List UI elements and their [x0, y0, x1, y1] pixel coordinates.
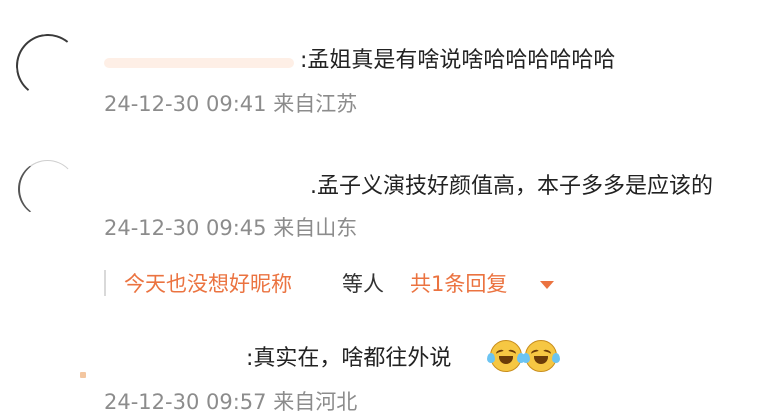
avatar[interactable] — [12, 30, 84, 102]
avatar[interactable] — [80, 372, 86, 378]
reply-count-button[interactable]: 共1条回复 — [410, 268, 507, 298]
laugh-cry-icon — [522, 340, 560, 372]
comment-meta: 24-12-30 09:41 来自江苏 — [104, 92, 358, 116]
comment-text: :孟姐真是有啥说啥哈哈哈哈哈哈 — [300, 48, 616, 73]
laugh-cry-icon — [487, 340, 525, 372]
reply-divider — [104, 270, 106, 296]
comment-meta: 24-12-30 09:45 来自山东 — [104, 216, 358, 240]
comment-text: :真实在，啥都往外说 — [246, 346, 452, 371]
chevron-down-icon[interactable] — [540, 281, 554, 289]
username-redacted — [104, 58, 294, 68]
reply-username-link[interactable]: 今天也没想好昵称 — [124, 268, 292, 298]
comment-text: .孟子义演技好颜值高，本子多多是应该的 — [310, 174, 713, 199]
reply-etc-label: 等人 — [342, 272, 384, 296]
comment-meta: 24-12-30 09:57 来自河北 — [104, 390, 358, 414]
avatar[interactable] — [18, 160, 77, 218]
